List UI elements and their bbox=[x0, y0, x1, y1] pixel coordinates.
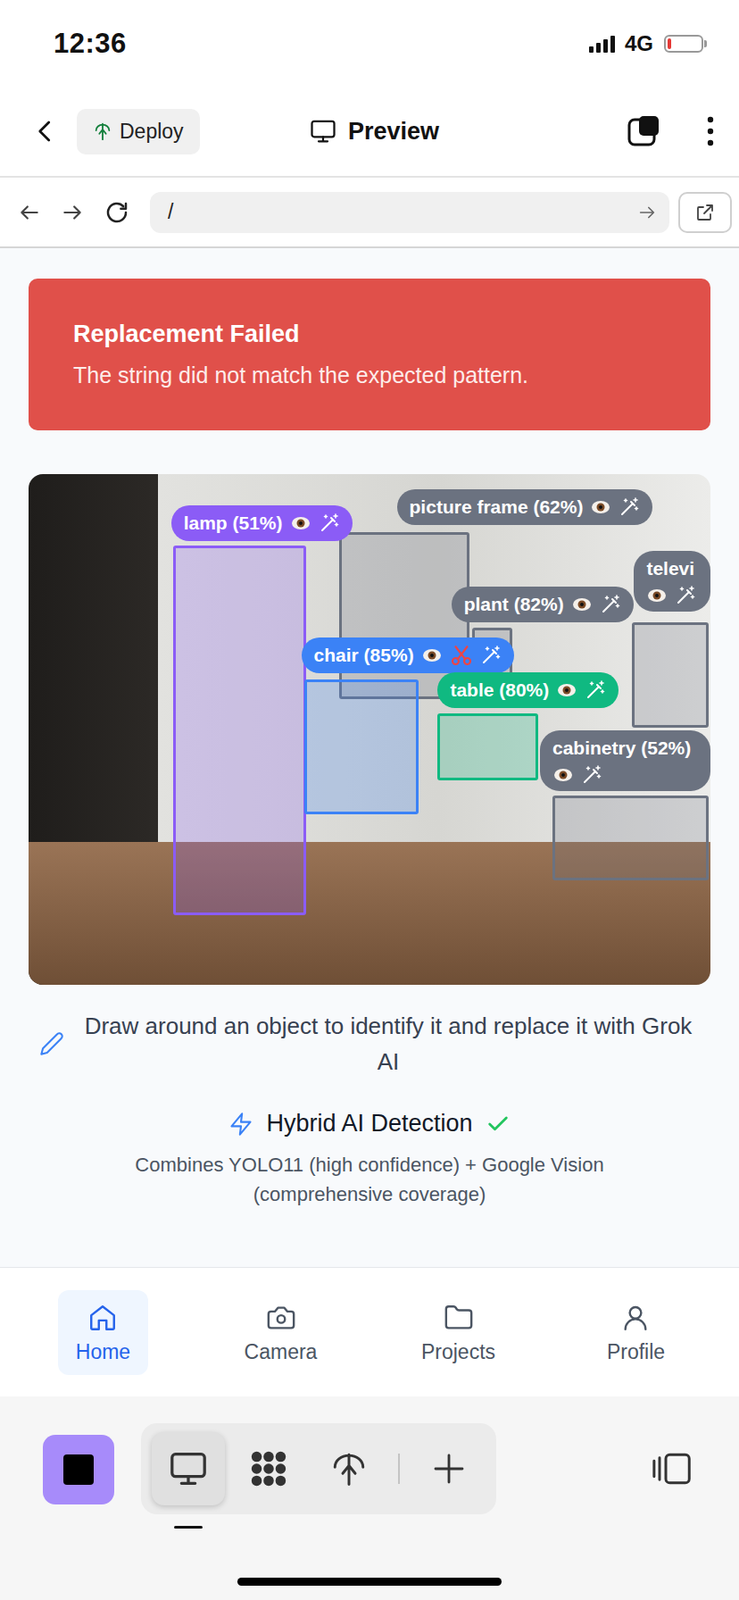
folder-icon bbox=[443, 1302, 474, 1333]
reload-icon bbox=[103, 199, 131, 226]
arrow-left-icon bbox=[17, 200, 42, 225]
window-toggle-button[interactable] bbox=[626, 113, 663, 150]
active-indicator bbox=[174, 1525, 203, 1528]
tree-icon bbox=[92, 121, 113, 142]
add-button[interactable] bbox=[412, 1431, 486, 1505]
url-bar: / bbox=[0, 177, 739, 249]
preview-content: Replacement Failed The string did not mat… bbox=[0, 248, 739, 1267]
detection-label[interactable]: televi bbox=[633, 550, 711, 612]
detection-box[interactable] bbox=[552, 795, 709, 881]
monitor-icon bbox=[308, 117, 338, 145]
go-arrow-icon[interactable] bbox=[637, 202, 657, 223]
check-icon bbox=[485, 1111, 511, 1137]
detection-box[interactable] bbox=[437, 713, 538, 781]
detection-label[interactable]: picture frame (62%) bbox=[397, 489, 654, 525]
panel-toggle-button[interactable] bbox=[649, 1449, 695, 1487]
feature-title: Hybrid AI Detection bbox=[28, 1109, 711, 1138]
home-indicator bbox=[237, 1577, 502, 1586]
draw-hint: Draw around an object to identify it and… bbox=[28, 1007, 711, 1080]
detection-box[interactable] bbox=[304, 679, 419, 814]
lightning-icon bbox=[228, 1111, 254, 1137]
tree-icon bbox=[330, 1449, 368, 1487]
alert-title: Replacement Failed bbox=[73, 317, 666, 350]
detection-label[interactable]: chair (85%) bbox=[301, 637, 515, 673]
magic-wand-icon[interactable] bbox=[318, 512, 341, 534]
status-time: 12:36 bbox=[53, 27, 127, 60]
preview-title: Preview bbox=[308, 117, 440, 146]
detection-label[interactable]: cabinetry (52%) bbox=[539, 730, 711, 791]
arrow-right-icon bbox=[60, 200, 84, 225]
eye-icon[interactable] bbox=[421, 644, 443, 666]
detection-box[interactable] bbox=[173, 545, 307, 915]
editor-bar bbox=[0, 1395, 739, 1600]
eye-icon[interactable] bbox=[571, 593, 593, 615]
status-bar: 12:36 4G bbox=[0, 0, 739, 87]
view-tool[interactable] bbox=[312, 1431, 386, 1505]
status-indicators: 4G bbox=[589, 31, 707, 57]
scissors-icon[interactable] bbox=[449, 643, 474, 667]
open-external-button[interactable] bbox=[678, 191, 732, 233]
user-icon bbox=[620, 1302, 651, 1333]
magic-wand-icon[interactable] bbox=[480, 644, 502, 666]
stop-icon bbox=[63, 1453, 94, 1485]
detection-canvas[interactable]: lamp (51%) picture frame (62%) televiplant… bbox=[28, 473, 711, 985]
magic-wand-icon[interactable] bbox=[618, 496, 640, 518]
detection-box[interactable] bbox=[631, 622, 709, 728]
deploy-button[interactable]: Deploy bbox=[76, 108, 200, 155]
tab-item[interactable]: Home bbox=[58, 1289, 149, 1375]
side-panel-icon bbox=[649, 1449, 695, 1487]
pencil-icon bbox=[39, 1030, 65, 1056]
home-icon bbox=[87, 1302, 118, 1333]
eye-icon[interactable] bbox=[556, 679, 578, 701]
tab-item[interactable]: Projects bbox=[403, 1289, 514, 1375]
tab-item[interactable]: Camera bbox=[226, 1289, 336, 1375]
external-link-icon bbox=[694, 201, 716, 224]
view-tool[interactable] bbox=[232, 1431, 306, 1505]
monitor-icon bbox=[167, 1447, 209, 1489]
view-switcher bbox=[141, 1422, 497, 1514]
battery-icon bbox=[664, 34, 707, 53]
browser-forward-button[interactable] bbox=[60, 200, 84, 225]
detection-label[interactable]: table (80%) bbox=[437, 672, 619, 708]
detection-label[interactable]: plant (82%) bbox=[451, 586, 634, 623]
camera-icon bbox=[265, 1302, 297, 1333]
eye-icon[interactable] bbox=[290, 512, 312, 534]
url-field[interactable]: / bbox=[149, 191, 670, 233]
magic-wand-icon[interactable] bbox=[599, 593, 622, 615]
app-screen: 12:36 4G Deploy Preview / Replacement Failed T… bbox=[0, 0, 739, 1600]
feature-description: Combines YOLO11 (high confidence) + Goog… bbox=[83, 1149, 656, 1209]
chevron-left-icon bbox=[32, 117, 59, 145]
toolbar: Deploy Preview bbox=[0, 86, 739, 178]
signal-icon bbox=[589, 34, 618, 53]
view-tool[interactable] bbox=[151, 1431, 225, 1505]
eye-icon[interactable] bbox=[589, 496, 612, 518]
more-button[interactable] bbox=[705, 115, 716, 148]
eye-icon[interactable] bbox=[552, 763, 574, 786]
eye-icon[interactable] bbox=[646, 584, 668, 607]
magic-wand-icon[interactable] bbox=[674, 584, 697, 607]
stacked-square-icon bbox=[626, 113, 663, 150]
back-button[interactable] bbox=[32, 117, 59, 145]
network-type: 4G bbox=[624, 31, 654, 57]
alert-message: The string did not match the expected pa… bbox=[73, 358, 666, 391]
browser-back-button[interactable] bbox=[17, 200, 42, 225]
magic-wand-icon[interactable] bbox=[584, 679, 607, 701]
network-icon bbox=[248, 1447, 290, 1489]
stop-button[interactable] bbox=[42, 1434, 115, 1504]
detection-label[interactable]: lamp (51%) bbox=[171, 505, 353, 541]
plus-icon bbox=[431, 1450, 467, 1487]
divider bbox=[398, 1453, 400, 1484]
hybrid-detection-info: Hybrid AI Detection Combines YOLO11 (high… bbox=[28, 1109, 711, 1209]
reload-button[interactable] bbox=[103, 199, 131, 226]
kebab-icon bbox=[705, 115, 716, 148]
tab-item[interactable]: Profile bbox=[589, 1289, 683, 1375]
error-alert: Replacement Failed The string did not mat… bbox=[28, 278, 711, 431]
magic-wand-icon[interactable] bbox=[581, 763, 603, 786]
tab-bar: Home Camera Projects Profile bbox=[0, 1266, 739, 1396]
